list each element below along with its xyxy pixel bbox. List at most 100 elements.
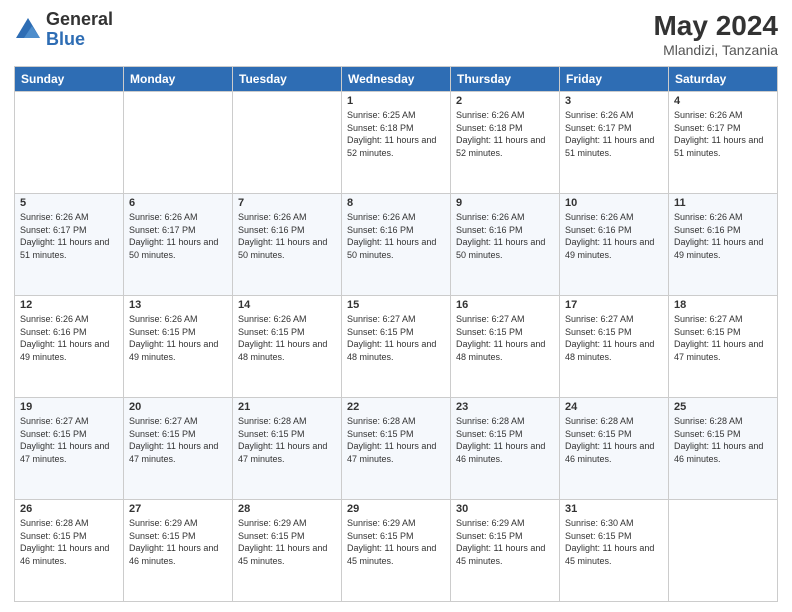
- calendar-header-row: Sunday Monday Tuesday Wednesday Thursday…: [15, 67, 778, 92]
- day-number: 31: [565, 503, 663, 515]
- calendar-cell: 13 Sunrise: 6:26 AMSunset: 6:15 PMDaylig…: [124, 296, 233, 398]
- calendar-cell: 3 Sunrise: 6:26 AMSunset: 6:17 PMDayligh…: [560, 92, 669, 194]
- day-number: 29: [347, 503, 445, 515]
- day-number: 30: [456, 503, 554, 515]
- day-number: 18: [674, 299, 772, 311]
- day-number: 24: [565, 401, 663, 413]
- day-info: Sunrise: 6:27 AMSunset: 6:15 PMDaylight:…: [565, 314, 654, 362]
- col-friday: Friday: [560, 67, 669, 92]
- day-info: Sunrise: 6:28 AMSunset: 6:15 PMDaylight:…: [674, 416, 763, 464]
- page: General Blue May 2024 Mlandizi, Tanzania…: [0, 0, 792, 612]
- day-info: Sunrise: 6:27 AMSunset: 6:15 PMDaylight:…: [129, 416, 218, 464]
- day-number: 28: [238, 503, 336, 515]
- day-info: Sunrise: 6:28 AMSunset: 6:15 PMDaylight:…: [565, 416, 654, 464]
- header: General Blue May 2024 Mlandizi, Tanzania: [14, 10, 778, 58]
- day-info: Sunrise: 6:26 AMSunset: 6:16 PMDaylight:…: [238, 212, 327, 260]
- col-monday: Monday: [124, 67, 233, 92]
- calendar-cell: [233, 92, 342, 194]
- day-number: 27: [129, 503, 227, 515]
- day-info: Sunrise: 6:28 AMSunset: 6:15 PMDaylight:…: [347, 416, 436, 464]
- calendar-cell: 26 Sunrise: 6:28 AMSunset: 6:15 PMDaylig…: [15, 500, 124, 602]
- calendar-cell: 9 Sunrise: 6:26 AMSunset: 6:16 PMDayligh…: [451, 194, 560, 296]
- calendar-cell: 12 Sunrise: 6:26 AMSunset: 6:16 PMDaylig…: [15, 296, 124, 398]
- day-number: 17: [565, 299, 663, 311]
- day-info: Sunrise: 6:26 AMSunset: 6:15 PMDaylight:…: [238, 314, 327, 362]
- day-info: Sunrise: 6:26 AMSunset: 6:16 PMDaylight:…: [20, 314, 109, 362]
- calendar-cell: 28 Sunrise: 6:29 AMSunset: 6:15 PMDaylig…: [233, 500, 342, 602]
- month-title: May 2024: [653, 10, 778, 42]
- calendar-cell: 8 Sunrise: 6:26 AMSunset: 6:16 PMDayligh…: [342, 194, 451, 296]
- day-number: 10: [565, 197, 663, 209]
- calendar-cell: 29 Sunrise: 6:29 AMSunset: 6:15 PMDaylig…: [342, 500, 451, 602]
- logo-general-label: General: [46, 10, 113, 30]
- day-number: 7: [238, 197, 336, 209]
- day-info: Sunrise: 6:27 AMSunset: 6:15 PMDaylight:…: [456, 314, 545, 362]
- calendar-cell: [15, 92, 124, 194]
- calendar-cell: 25 Sunrise: 6:28 AMSunset: 6:15 PMDaylig…: [669, 398, 778, 500]
- col-sunday: Sunday: [15, 67, 124, 92]
- day-number: 14: [238, 299, 336, 311]
- week-row-1: 1 Sunrise: 6:25 AMSunset: 6:18 PMDayligh…: [15, 92, 778, 194]
- day-number: 25: [674, 401, 772, 413]
- week-row-4: 19 Sunrise: 6:27 AMSunset: 6:15 PMDaylig…: [15, 398, 778, 500]
- calendar-cell: 19 Sunrise: 6:27 AMSunset: 6:15 PMDaylig…: [15, 398, 124, 500]
- col-wednesday: Wednesday: [342, 67, 451, 92]
- day-info: Sunrise: 6:29 AMSunset: 6:15 PMDaylight:…: [129, 518, 218, 566]
- day-info: Sunrise: 6:27 AMSunset: 6:15 PMDaylight:…: [347, 314, 436, 362]
- calendar-cell: [669, 500, 778, 602]
- calendar-cell: 21 Sunrise: 6:28 AMSunset: 6:15 PMDaylig…: [233, 398, 342, 500]
- calendar-cell: 10 Sunrise: 6:26 AMSunset: 6:16 PMDaylig…: [560, 194, 669, 296]
- calendar-cell: 18 Sunrise: 6:27 AMSunset: 6:15 PMDaylig…: [669, 296, 778, 398]
- day-number: 9: [456, 197, 554, 209]
- day-info: Sunrise: 6:26 AMSunset: 6:17 PMDaylight:…: [129, 212, 218, 260]
- day-number: 26: [20, 503, 118, 515]
- logo-text: General Blue: [46, 10, 113, 50]
- calendar-cell: 31 Sunrise: 6:30 AMSunset: 6:15 PMDaylig…: [560, 500, 669, 602]
- day-info: Sunrise: 6:26 AMSunset: 6:18 PMDaylight:…: [456, 110, 545, 158]
- calendar-cell: 1 Sunrise: 6:25 AMSunset: 6:18 PMDayligh…: [342, 92, 451, 194]
- day-number: 21: [238, 401, 336, 413]
- day-info: Sunrise: 6:26 AMSunset: 6:16 PMDaylight:…: [565, 212, 654, 260]
- title-area: May 2024 Mlandizi, Tanzania: [653, 10, 778, 58]
- day-info: Sunrise: 6:27 AMSunset: 6:15 PMDaylight:…: [20, 416, 109, 464]
- day-number: 23: [456, 401, 554, 413]
- calendar-cell: 11 Sunrise: 6:26 AMSunset: 6:16 PMDaylig…: [669, 194, 778, 296]
- day-info: Sunrise: 6:26 AMSunset: 6:16 PMDaylight:…: [674, 212, 763, 260]
- day-number: 19: [20, 401, 118, 413]
- week-row-3: 12 Sunrise: 6:26 AMSunset: 6:16 PMDaylig…: [15, 296, 778, 398]
- col-thursday: Thursday: [451, 67, 560, 92]
- col-saturday: Saturday: [669, 67, 778, 92]
- day-info: Sunrise: 6:26 AMSunset: 6:17 PMDaylight:…: [20, 212, 109, 260]
- day-info: Sunrise: 6:28 AMSunset: 6:15 PMDaylight:…: [456, 416, 545, 464]
- calendar-cell: 23 Sunrise: 6:28 AMSunset: 6:15 PMDaylig…: [451, 398, 560, 500]
- calendar-cell: 2 Sunrise: 6:26 AMSunset: 6:18 PMDayligh…: [451, 92, 560, 194]
- day-number: 5: [20, 197, 118, 209]
- day-number: 6: [129, 197, 227, 209]
- day-number: 8: [347, 197, 445, 209]
- day-info: Sunrise: 6:29 AMSunset: 6:15 PMDaylight:…: [238, 518, 327, 566]
- day-number: 11: [674, 197, 772, 209]
- calendar-cell: 14 Sunrise: 6:26 AMSunset: 6:15 PMDaylig…: [233, 296, 342, 398]
- day-info: Sunrise: 6:28 AMSunset: 6:15 PMDaylight:…: [238, 416, 327, 464]
- day-number: 2: [456, 95, 554, 107]
- logo-blue-label: Blue: [46, 30, 113, 50]
- day-info: Sunrise: 6:27 AMSunset: 6:15 PMDaylight:…: [674, 314, 763, 362]
- calendar-cell: 17 Sunrise: 6:27 AMSunset: 6:15 PMDaylig…: [560, 296, 669, 398]
- calendar-cell: 16 Sunrise: 6:27 AMSunset: 6:15 PMDaylig…: [451, 296, 560, 398]
- week-row-5: 26 Sunrise: 6:28 AMSunset: 6:15 PMDaylig…: [15, 500, 778, 602]
- day-number: 16: [456, 299, 554, 311]
- location: Mlandizi, Tanzania: [653, 42, 778, 58]
- day-info: Sunrise: 6:26 AMSunset: 6:17 PMDaylight:…: [565, 110, 654, 158]
- day-number: 4: [674, 95, 772, 107]
- week-row-2: 5 Sunrise: 6:26 AMSunset: 6:17 PMDayligh…: [15, 194, 778, 296]
- calendar-cell: 5 Sunrise: 6:26 AMSunset: 6:17 PMDayligh…: [15, 194, 124, 296]
- day-info: Sunrise: 6:26 AMSunset: 6:16 PMDaylight:…: [347, 212, 436, 260]
- calendar-cell: 4 Sunrise: 6:26 AMSunset: 6:17 PMDayligh…: [669, 92, 778, 194]
- calendar-cell: 15 Sunrise: 6:27 AMSunset: 6:15 PMDaylig…: [342, 296, 451, 398]
- calendar-cell: [124, 92, 233, 194]
- calendar-cell: 24 Sunrise: 6:28 AMSunset: 6:15 PMDaylig…: [560, 398, 669, 500]
- day-info: Sunrise: 6:26 AMSunset: 6:16 PMDaylight:…: [456, 212, 545, 260]
- day-info: Sunrise: 6:28 AMSunset: 6:15 PMDaylight:…: [20, 518, 109, 566]
- day-number: 1: [347, 95, 445, 107]
- day-info: Sunrise: 6:30 AMSunset: 6:15 PMDaylight:…: [565, 518, 654, 566]
